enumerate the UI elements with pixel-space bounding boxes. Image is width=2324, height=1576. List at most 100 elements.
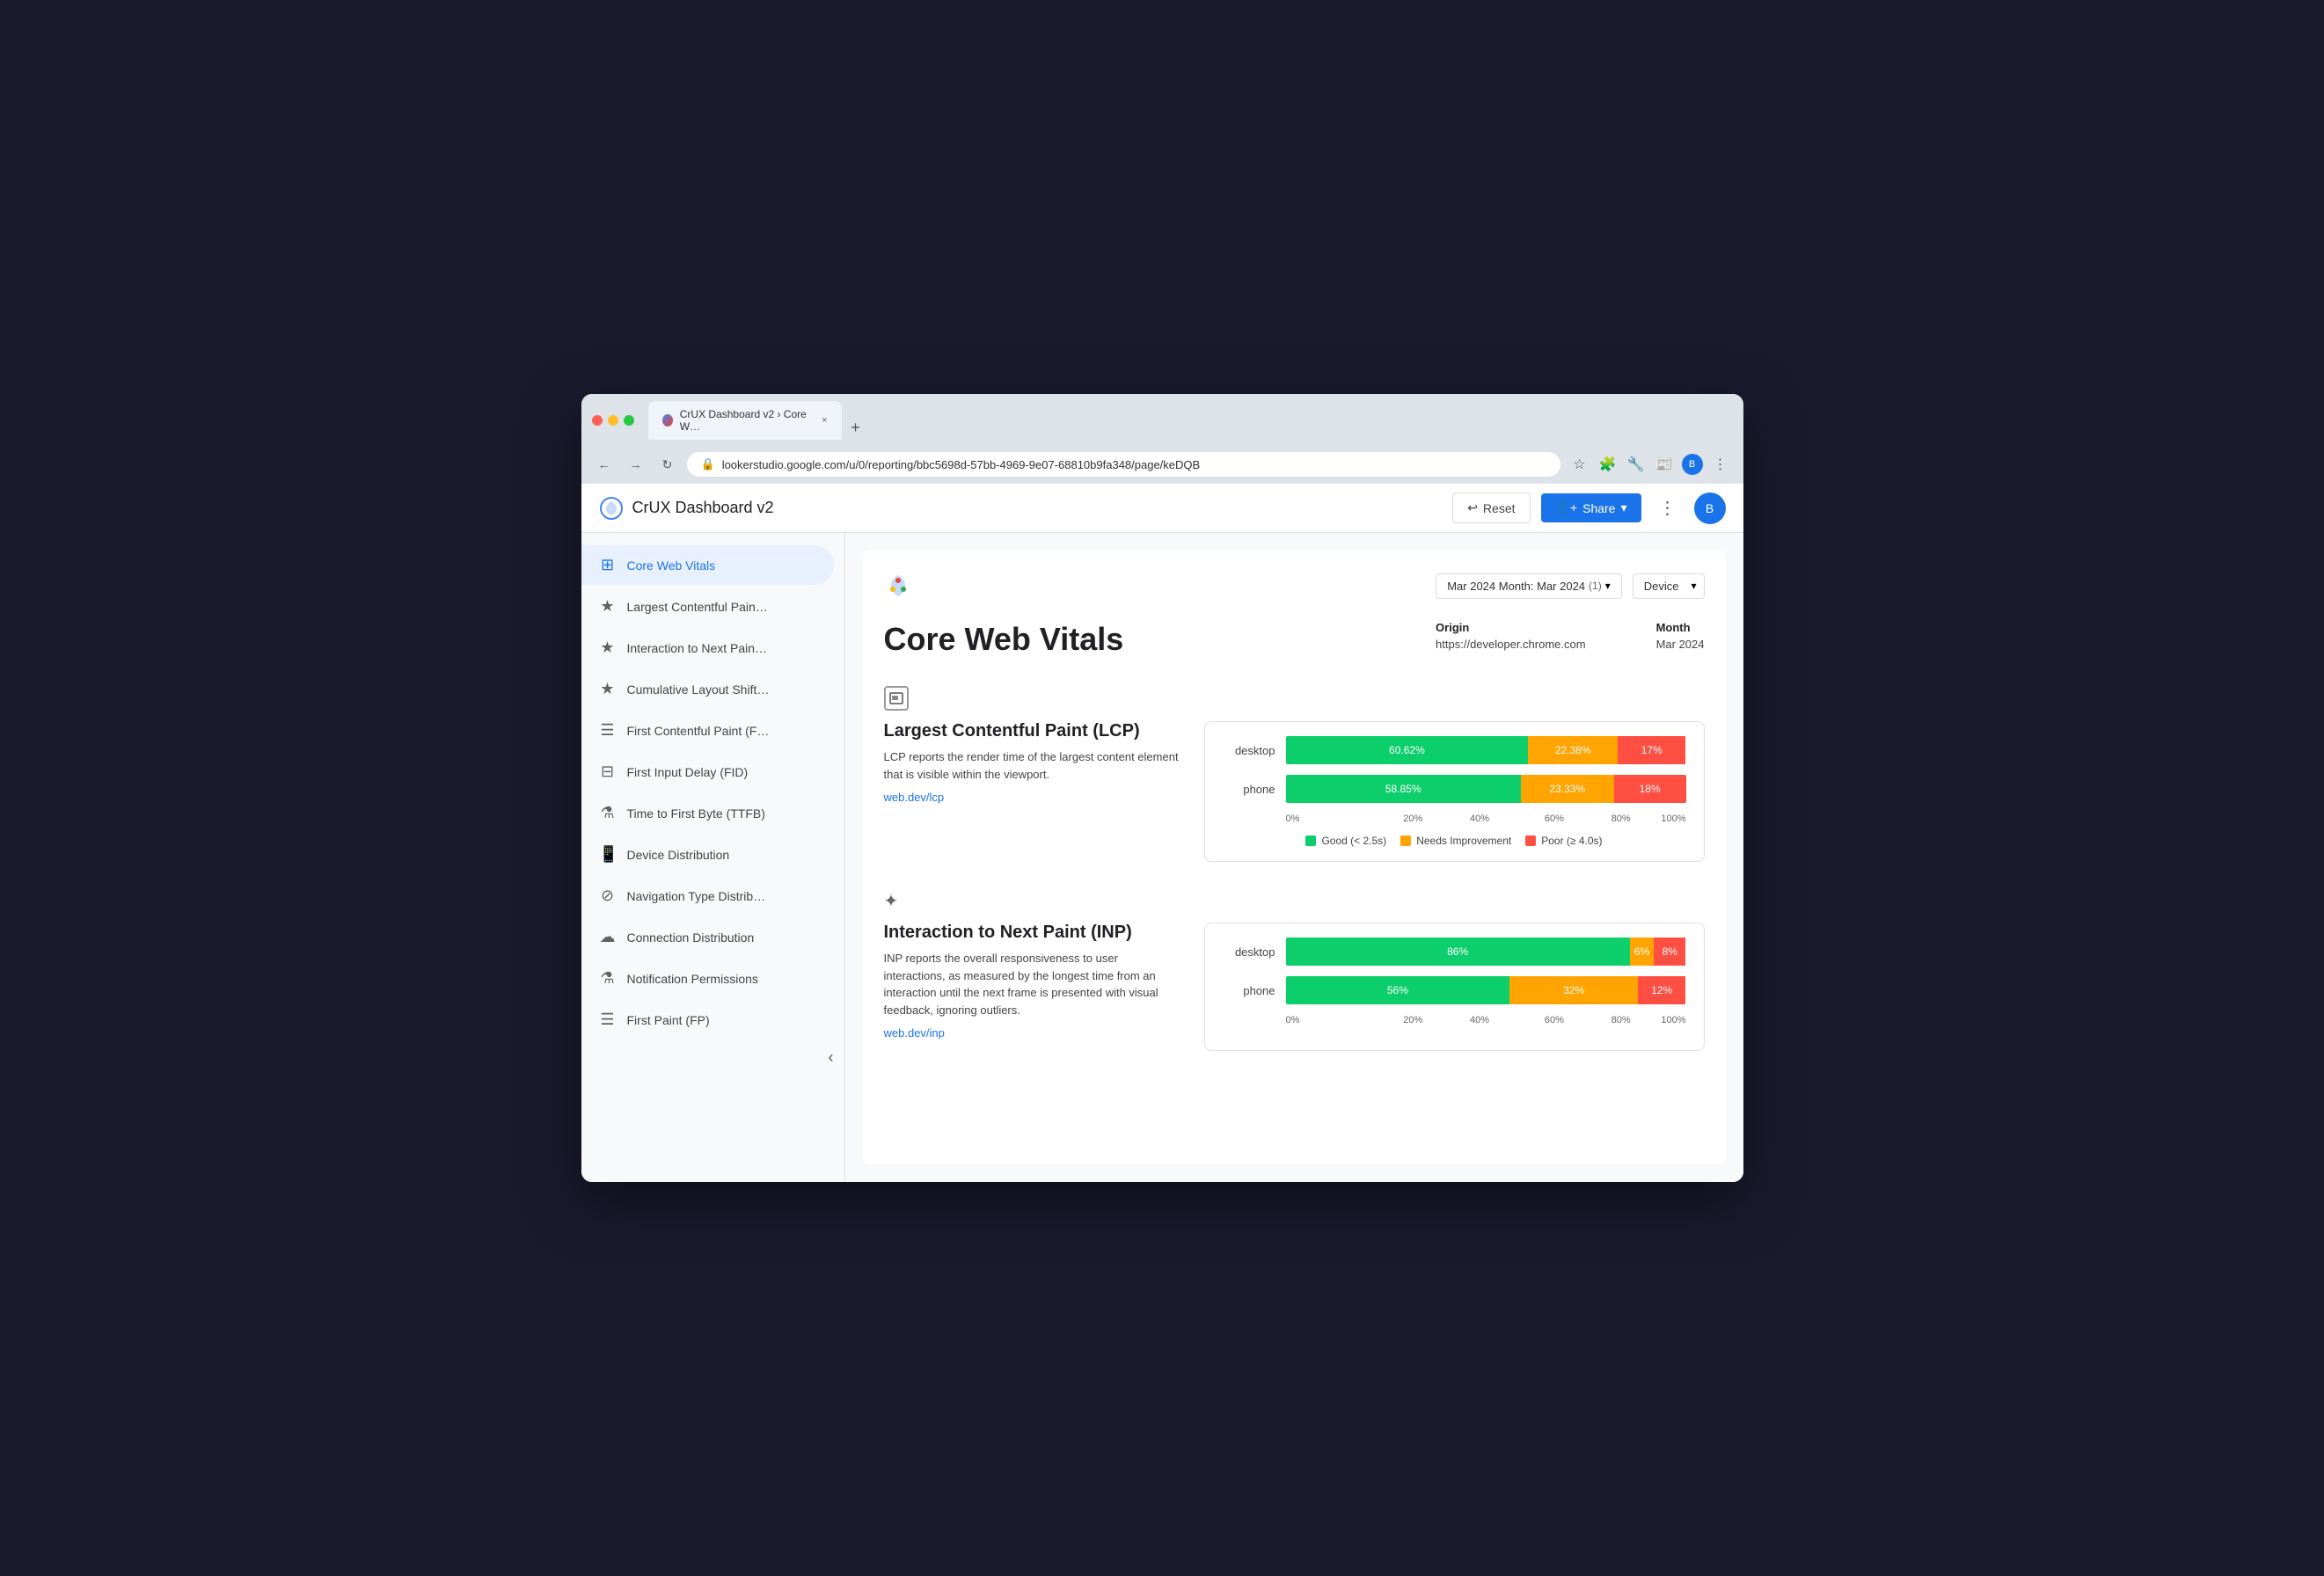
sidebar-item-device-distribution[interactable]: 📱 Device Distribution <box>581 835 834 874</box>
address-bar[interactable]: 🔒 lookerstudio.google.com/u/0/reporting/… <box>687 452 1560 477</box>
device-filter[interactable]: Device ▾ <box>1633 573 1705 599</box>
sidebar-label: Device Distribution <box>627 848 730 862</box>
maximize-window-button[interactable] <box>624 415 634 426</box>
poor-segment: 8% <box>1654 938 1685 966</box>
flask-icon: ⚗ <box>599 969 617 988</box>
sidebar-item-cls[interactable]: ★ Cumulative Layout Shift… <box>581 669 834 709</box>
looker-studio-icon <box>599 496 624 521</box>
star-icon: ★ <box>599 597 617 616</box>
inp-link[interactable]: web.dev/inp <box>884 1026 945 1040</box>
header-actions: ↩ Reset 👤+ Share ▾ ⋮ B <box>1452 492 1725 524</box>
poor-segment: 18% <box>1614 775 1686 803</box>
sidebar-label: Interaction to Next Pain… <box>627 641 768 655</box>
sidebar-label: Time to First Byte (TTFB) <box>627 806 765 821</box>
sidebar-toggle[interactable]: ‹ <box>581 1041 844 1074</box>
app-header: CrUX Dashboard v2 ↩ Reset 👤+ Share ▾ ⋮ B <box>581 484 1743 533</box>
star-icon: ★ <box>599 638 617 657</box>
sidebar-item-ttfb[interactable]: ⚗ Time to First Byte (TTFB) <box>581 793 834 833</box>
reset-button[interactable]: ↩ Reset <box>1452 492 1530 523</box>
lcp-section: Largest Contentful Paint (LCP) LCP repor… <box>884 686 1705 862</box>
flask-icon: ⚗ <box>599 804 617 822</box>
needs-segment: 32% <box>1509 976 1638 1004</box>
good-segment: 86% <box>1286 938 1630 966</box>
lcp-chart: desktop 60.62% 22.38% 17% phone <box>1204 721 1705 862</box>
reload-button[interactable]: ↻ <box>655 452 680 477</box>
month-label: Month <box>1656 621 1705 634</box>
tab-close-button[interactable]: × <box>822 415 827 426</box>
report-title-section: Core Web Vitals Origin https://developer… <box>884 621 1705 658</box>
good-color <box>1305 835 1316 846</box>
more-options-button[interactable]: ⋮ <box>1652 492 1684 524</box>
lcp-name: Largest Contentful Paint (LCP) <box>884 721 1183 741</box>
bookmark-button[interactable]: ☆ <box>1568 452 1592 477</box>
lcp-content: Largest Contentful Paint (LCP) LCP repor… <box>884 721 1705 862</box>
chart-row: desktop 86% 6% 8% <box>1223 938 1686 966</box>
needs-color <box>1400 835 1411 846</box>
share-chevron-icon: ▾ <box>1620 500 1626 515</box>
close-window-button[interactable] <box>592 415 603 426</box>
document-icon: ☰ <box>599 721 617 740</box>
poor-segment: 12% <box>1638 976 1686 1004</box>
devtools-button[interactable]: 🔧 <box>1624 452 1648 477</box>
month-filter[interactable]: Mar 2024 Month: Mar 2024 (1) ▾ <box>1436 573 1622 599</box>
avatar[interactable]: B <box>1694 492 1726 524</box>
inp-content: Interaction to Next Paint (INP) INP repo… <box>884 923 1705 1051</box>
needs-segment: 23.33% <box>1521 775 1614 803</box>
document-icon: ☰ <box>599 1011 617 1029</box>
sidebar-label: Cumulative Layout Shift… <box>627 682 770 697</box>
sidebar-label: First Input Delay (FID) <box>627 765 749 779</box>
sidebar-item-fp[interactable]: ☰ First Paint (FP) <box>581 1000 834 1040</box>
inp-section: ✦ Interaction to Next Paint (INP) INP re… <box>884 890 1705 1051</box>
browser-tab[interactable]: CrUX Dashboard v2 › Core W… × <box>648 401 842 440</box>
menu-button[interactable]: ⋮ <box>1708 452 1733 477</box>
sidebar-item-navigation-type[interactable]: ⊘ Navigation Type Distrib… <box>581 876 834 916</box>
chevron-down-icon: ▾ <box>1605 580 1611 592</box>
new-tab-button[interactable]: + <box>844 415 868 440</box>
report-meta: Origin https://developer.chrome.com Mont… <box>1436 621 1704 651</box>
input-icon: ⊟ <box>599 762 617 781</box>
good-segment: 56% <box>1286 976 1510 1004</box>
desktop-bar: 60.62% 22.38% 17% <box>1286 736 1686 764</box>
desktop-bar: 86% 6% 8% <box>1286 938 1686 966</box>
forward-button[interactable]: → <box>624 452 648 477</box>
sidebar-item-fid[interactable]: ⊟ First Input Delay (FID) <box>581 752 834 792</box>
minimize-window-button[interactable] <box>608 415 618 426</box>
extension-button[interactable]: 🧩 <box>1596 452 1620 477</box>
cloud-icon: ☁ <box>599 928 617 946</box>
sidebar-label: First Paint (FP) <box>627 1013 710 1027</box>
good-segment: 58.85% <box>1286 775 1521 803</box>
collapse-icon[interactable]: ‹ <box>829 1048 834 1067</box>
sidebar-item-inp[interactable]: ★ Interaction to Next Pain… <box>581 628 834 668</box>
report-card: Mar 2024 Month: Mar 2024 (1) ▾ Device ▾ <box>863 551 1726 1164</box>
app-title: CrUX Dashboard v2 <box>632 499 774 517</box>
chart-axis: 0% 20% 40% 60% 80% 100% <box>1286 1015 1686 1025</box>
reader-button[interactable]: 📰 <box>1652 452 1677 477</box>
inp-name: Interaction to Next Paint (INP) <box>884 923 1183 943</box>
sidebar-label: First Contentful Paint (F… <box>627 724 770 738</box>
lcp-link[interactable]: web.dev/lcp <box>884 791 945 804</box>
good-legend: Good (< 2.5s) <box>1305 835 1386 847</box>
poor-legend: Poor (≥ 4.0s) <box>1525 835 1602 847</box>
origin-value: https://developer.chrome.com <box>1436 638 1586 651</box>
share-icon: 👤+ <box>1555 500 1578 515</box>
back-button[interactable]: ← <box>592 452 617 477</box>
chart-row: phone 58.85% 23.33% 18% <box>1223 775 1686 803</box>
profile-button[interactable]: B <box>1680 452 1705 477</box>
sidebar-item-notification-permissions[interactable]: ⚗ Notification Permissions <box>581 959 834 998</box>
tab-favicon <box>662 414 673 427</box>
sidebar-item-connection-distribution[interactable]: ☁ Connection Distribution <box>581 917 834 957</box>
sidebar-item-lcp[interactable]: ★ Largest Contentful Pain… <box>581 587 834 626</box>
sidebar-label: Notification Permissions <box>627 972 758 986</box>
desktop-label: desktop <box>1223 744 1275 757</box>
inp-chart: desktop 86% 6% 8% phone <box>1204 923 1705 1051</box>
app-logo: CrUX Dashboard v2 <box>599 496 774 521</box>
share-button[interactable]: 👤+ Share ▾ <box>1541 493 1641 522</box>
undo-icon: ↩ <box>1467 500 1478 515</box>
sidebar-item-core-web-vitals[interactable]: ⊞ Core Web Vitals <box>581 545 834 585</box>
sidebar-item-fcp[interactable]: ☰ First Contentful Paint (F… <box>581 711 834 750</box>
report-title: Core Web Vitals <box>884 621 1124 658</box>
needs-segment: 22.38% <box>1528 736 1618 764</box>
url-text[interactable]: lookerstudio.google.com/u/0/reporting/bb… <box>722 458 1546 471</box>
report-filters: Mar 2024 Month: Mar 2024 (1) ▾ Device ▾ <box>1436 573 1704 599</box>
lcp-icon <box>884 686 909 711</box>
